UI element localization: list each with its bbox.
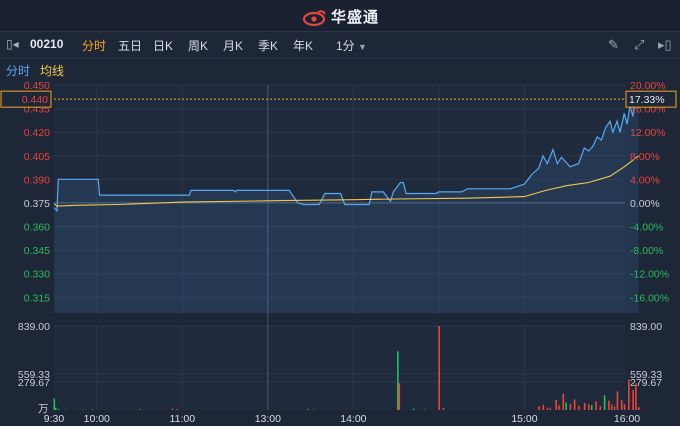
- percent-tick-label: -4.00%: [630, 222, 663, 234]
- price-tick-label: 0.360: [24, 222, 50, 234]
- volume-bar: [555, 399, 557, 410]
- volume-bar: [603, 395, 606, 410]
- price-tick-label: 0.315: [24, 292, 50, 304]
- expand-panel-icon[interactable]: ▸▯: [658, 37, 672, 53]
- time-tick-label: 16:00: [614, 413, 640, 425]
- volume-tick-label: 279.67: [630, 377, 662, 389]
- current-change-label: 17.33%: [629, 94, 665, 106]
- tab-intraday[interactable]: 分时: [82, 37, 106, 54]
- volume-bar: [542, 404, 545, 410]
- volume-bar: [613, 406, 616, 410]
- volume-bar: [588, 404, 590, 410]
- volume-bar: [176, 409, 178, 410]
- volume-bar: [538, 406, 540, 410]
- volume-bar: [599, 406, 602, 410]
- tab-five-day[interactable]: 五日: [118, 37, 142, 54]
- price-tick-label: 0.330: [24, 269, 50, 281]
- volume-bar: [54, 407, 57, 410]
- volume-bar: [610, 404, 613, 410]
- percent-tick-label: 20.00%: [630, 80, 666, 92]
- volume-bar: [397, 351, 399, 410]
- period-toolbar: ▯◂ 00210 分时 五日 日K 周K 月K 季K 年K 1分 ▼: [0, 32, 680, 59]
- volume-bar: [546, 407, 549, 410]
- volume-bar: [53, 398, 56, 410]
- tab-weekly-k[interactable]: 周K: [188, 37, 208, 54]
- volume-tick-label: 839.00: [18, 321, 50, 333]
- volume-bar: [578, 405, 580, 410]
- tab-daily-k[interactable]: 日K: [153, 37, 173, 54]
- brand-name: 华盛通: [330, 9, 379, 26]
- percent-tick-label: -12.00%: [630, 269, 669, 281]
- percent-tick-label: 0.00%: [630, 198, 660, 210]
- volume-bar: [616, 391, 619, 410]
- volume-bar: [620, 400, 623, 410]
- title-bar: 华盛通: [0, 0, 680, 32]
- time-tick-label: 10:00: [84, 413, 110, 425]
- volume-tick-label: 279.67: [18, 377, 50, 389]
- price-tick-label: 0.345: [24, 245, 50, 257]
- time-tick-label: 15:00: [511, 413, 537, 425]
- volume-bar: [549, 408, 552, 410]
- percent-tick-label: -16.00%: [630, 292, 669, 304]
- tab-monthly-k[interactable]: 月K: [223, 37, 243, 54]
- price-tick-label: 0.390: [24, 174, 50, 186]
- collapse-panel-icon[interactable]: ▯◂: [6, 37, 19, 51]
- time-tick-label: 11:00: [170, 413, 196, 425]
- tab-quarterly-k[interactable]: 季K: [258, 37, 278, 54]
- time-tick-label: 13:00: [255, 413, 281, 425]
- volume-bar: [569, 404, 572, 410]
- volume-tick-label: 839.00: [630, 321, 662, 333]
- volume-bar: [623, 404, 626, 410]
- volume-bar: [608, 400, 610, 410]
- intraday-chart[interactable]: 0.450 20.00%0.435 16.00%0.420 12.00%0.405 8.…: [0, 79, 680, 426]
- legend-avg: 均线: [40, 64, 65, 78]
- volume-bar: [307, 409, 309, 410]
- volume-bar: [91, 409, 94, 410]
- volume-bar: [583, 402, 586, 410]
- volume-bar: [558, 405, 560, 410]
- volume-bar: [573, 399, 576, 410]
- volume-bar: [595, 401, 597, 410]
- interval-value: 1分: [336, 39, 355, 53]
- volume-bar: [562, 393, 565, 410]
- price-tick-label: 0.420: [24, 127, 50, 139]
- volume-bar: [312, 409, 315, 410]
- volume-bar: [442, 407, 445, 410]
- draw-pen-icon[interactable]: ✎: [608, 37, 619, 53]
- volume-bar: [438, 326, 441, 410]
- percent-tick-label: 12.00%: [630, 127, 666, 139]
- legend-line: 分时: [6, 64, 31, 78]
- tab-yearly-k[interactable]: 年K: [293, 37, 313, 54]
- price-tick-label: 0.375: [24, 198, 50, 210]
- chevron-down-icon: ▼: [358, 42, 367, 52]
- volume-bar: [638, 407, 640, 410]
- percent-tick-label: -8.00%: [630, 245, 663, 257]
- volume-bar: [57, 408, 60, 410]
- brand-logo-icon: [302, 10, 326, 27]
- volume-bar: [171, 408, 174, 410]
- percent-tick-label: 4.00%: [630, 174, 660, 186]
- volume-bar: [565, 402, 567, 410]
- volume-bar: [590, 405, 593, 410]
- price-tick-label: 0.405: [24, 151, 50, 163]
- app-brand: 华盛通: [0, 6, 680, 27]
- price-tick-label: 0.450: [24, 80, 50, 92]
- volume-bar: [139, 409, 141, 410]
- volume-bar: [632, 389, 634, 410]
- stock-code: 00210: [30, 37, 64, 51]
- interval-select[interactable]: 1分 ▼: [336, 37, 367, 54]
- current-price-label: 0.440: [22, 94, 48, 106]
- time-tick-label: 9:30: [44, 413, 65, 425]
- volume-bar: [398, 383, 401, 410]
- legend-bar: 分时 均线: [0, 59, 680, 79]
- percent-tick-label: 8.00%: [630, 151, 660, 163]
- volume-panel-bg: [54, 326, 625, 410]
- fullscreen-icon[interactable]: ⤢: [634, 37, 644, 53]
- volume-bar: [412, 408, 415, 410]
- time-tick-label: 14:00: [340, 413, 366, 425]
